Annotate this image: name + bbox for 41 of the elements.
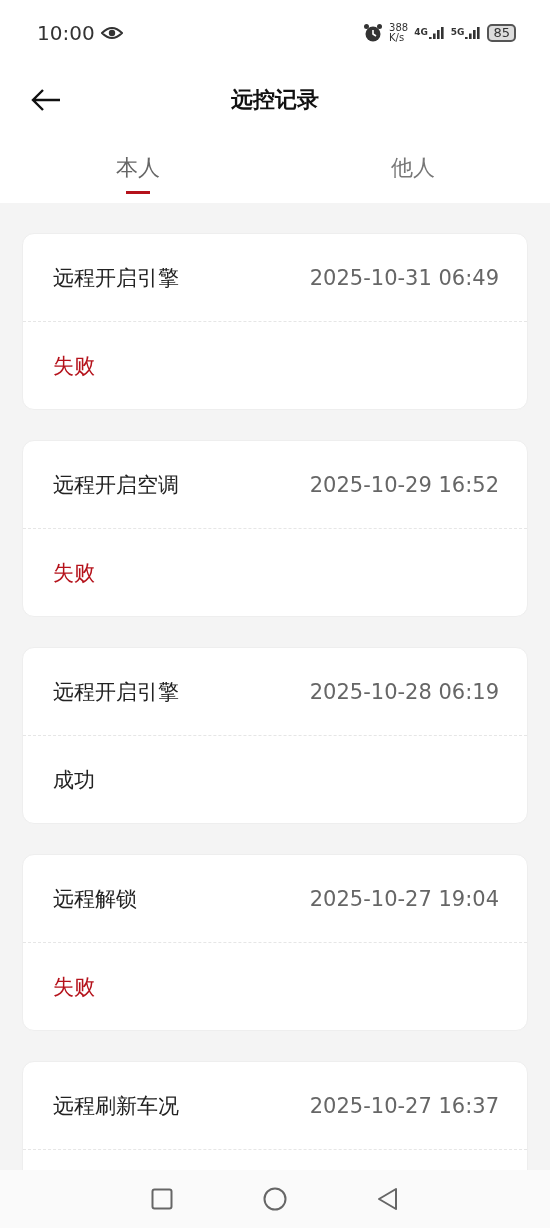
tab-indicator bbox=[125, 191, 150, 194]
circle-icon bbox=[263, 1187, 287, 1211]
triangle-icon bbox=[377, 1187, 399, 1211]
result-status: 失败 bbox=[53, 352, 95, 380]
signal-bars-icon bbox=[428, 26, 445, 39]
home-button[interactable] bbox=[263, 1187, 287, 1211]
battery-level: 85 bbox=[487, 23, 516, 42]
action-name: 远程开启空调 bbox=[53, 471, 179, 499]
back-button[interactable] bbox=[30, 88, 62, 112]
recents-button[interactable] bbox=[151, 1188, 173, 1210]
page-title: 远控记录 bbox=[231, 86, 319, 114]
record-card[interactable]: 远程解锁 2025-10-27 19:04 失败 bbox=[22, 854, 528, 1031]
eye-icon bbox=[100, 25, 123, 40]
record-card[interactable]: 远程开启引擎 2025-10-31 06:49 失败 bbox=[22, 233, 528, 410]
network-type: 5G bbox=[450, 26, 465, 37]
record-time: 2025-10-27 19:04 bbox=[309, 886, 499, 911]
record-time: 2025-10-28 06:19 bbox=[309, 679, 499, 704]
action-name: 远程刷新车况 bbox=[53, 1092, 179, 1120]
tab[interactable]: 本人 bbox=[115, 153, 160, 183]
action-name: 远程解锁 bbox=[53, 885, 137, 913]
action-name: 远程开启引擎 bbox=[53, 264, 179, 292]
square-icon bbox=[151, 1188, 173, 1210]
back-nav-button[interactable] bbox=[377, 1187, 399, 1211]
action-name: 远程开启引擎 bbox=[53, 678, 179, 706]
record-card[interactable]: 远程开启空调 2025-10-29 16:52 失败 bbox=[22, 440, 528, 617]
record-time: 2025-10-31 06:49 bbox=[309, 265, 499, 290]
signal-bars-icon bbox=[465, 26, 482, 39]
result-status: 成功 bbox=[53, 766, 95, 794]
record-card[interactable]: 远程开启引擎 2025-10-28 06:19 成功 bbox=[22, 647, 528, 824]
result-status: 失败 bbox=[53, 559, 95, 587]
network-type: 4G bbox=[414, 26, 428, 37]
back-arrow-icon bbox=[30, 88, 62, 112]
speed-unit: K/s bbox=[389, 32, 406, 43]
network-speed: 388 bbox=[389, 22, 409, 33]
clock-time: 10:00 bbox=[37, 20, 95, 45]
record-card[interactable]: 远程刷新车况 2025-10-27 16:37 bbox=[22, 1061, 528, 1170]
alarm-clock-icon bbox=[363, 22, 384, 43]
record-time: 2025-10-29 16:52 bbox=[309, 472, 499, 497]
result-status: 失败 bbox=[53, 973, 95, 1001]
record-time: 2025-10-27 16:37 bbox=[309, 1093, 499, 1118]
tab[interactable]: 他人 bbox=[390, 153, 435, 183]
